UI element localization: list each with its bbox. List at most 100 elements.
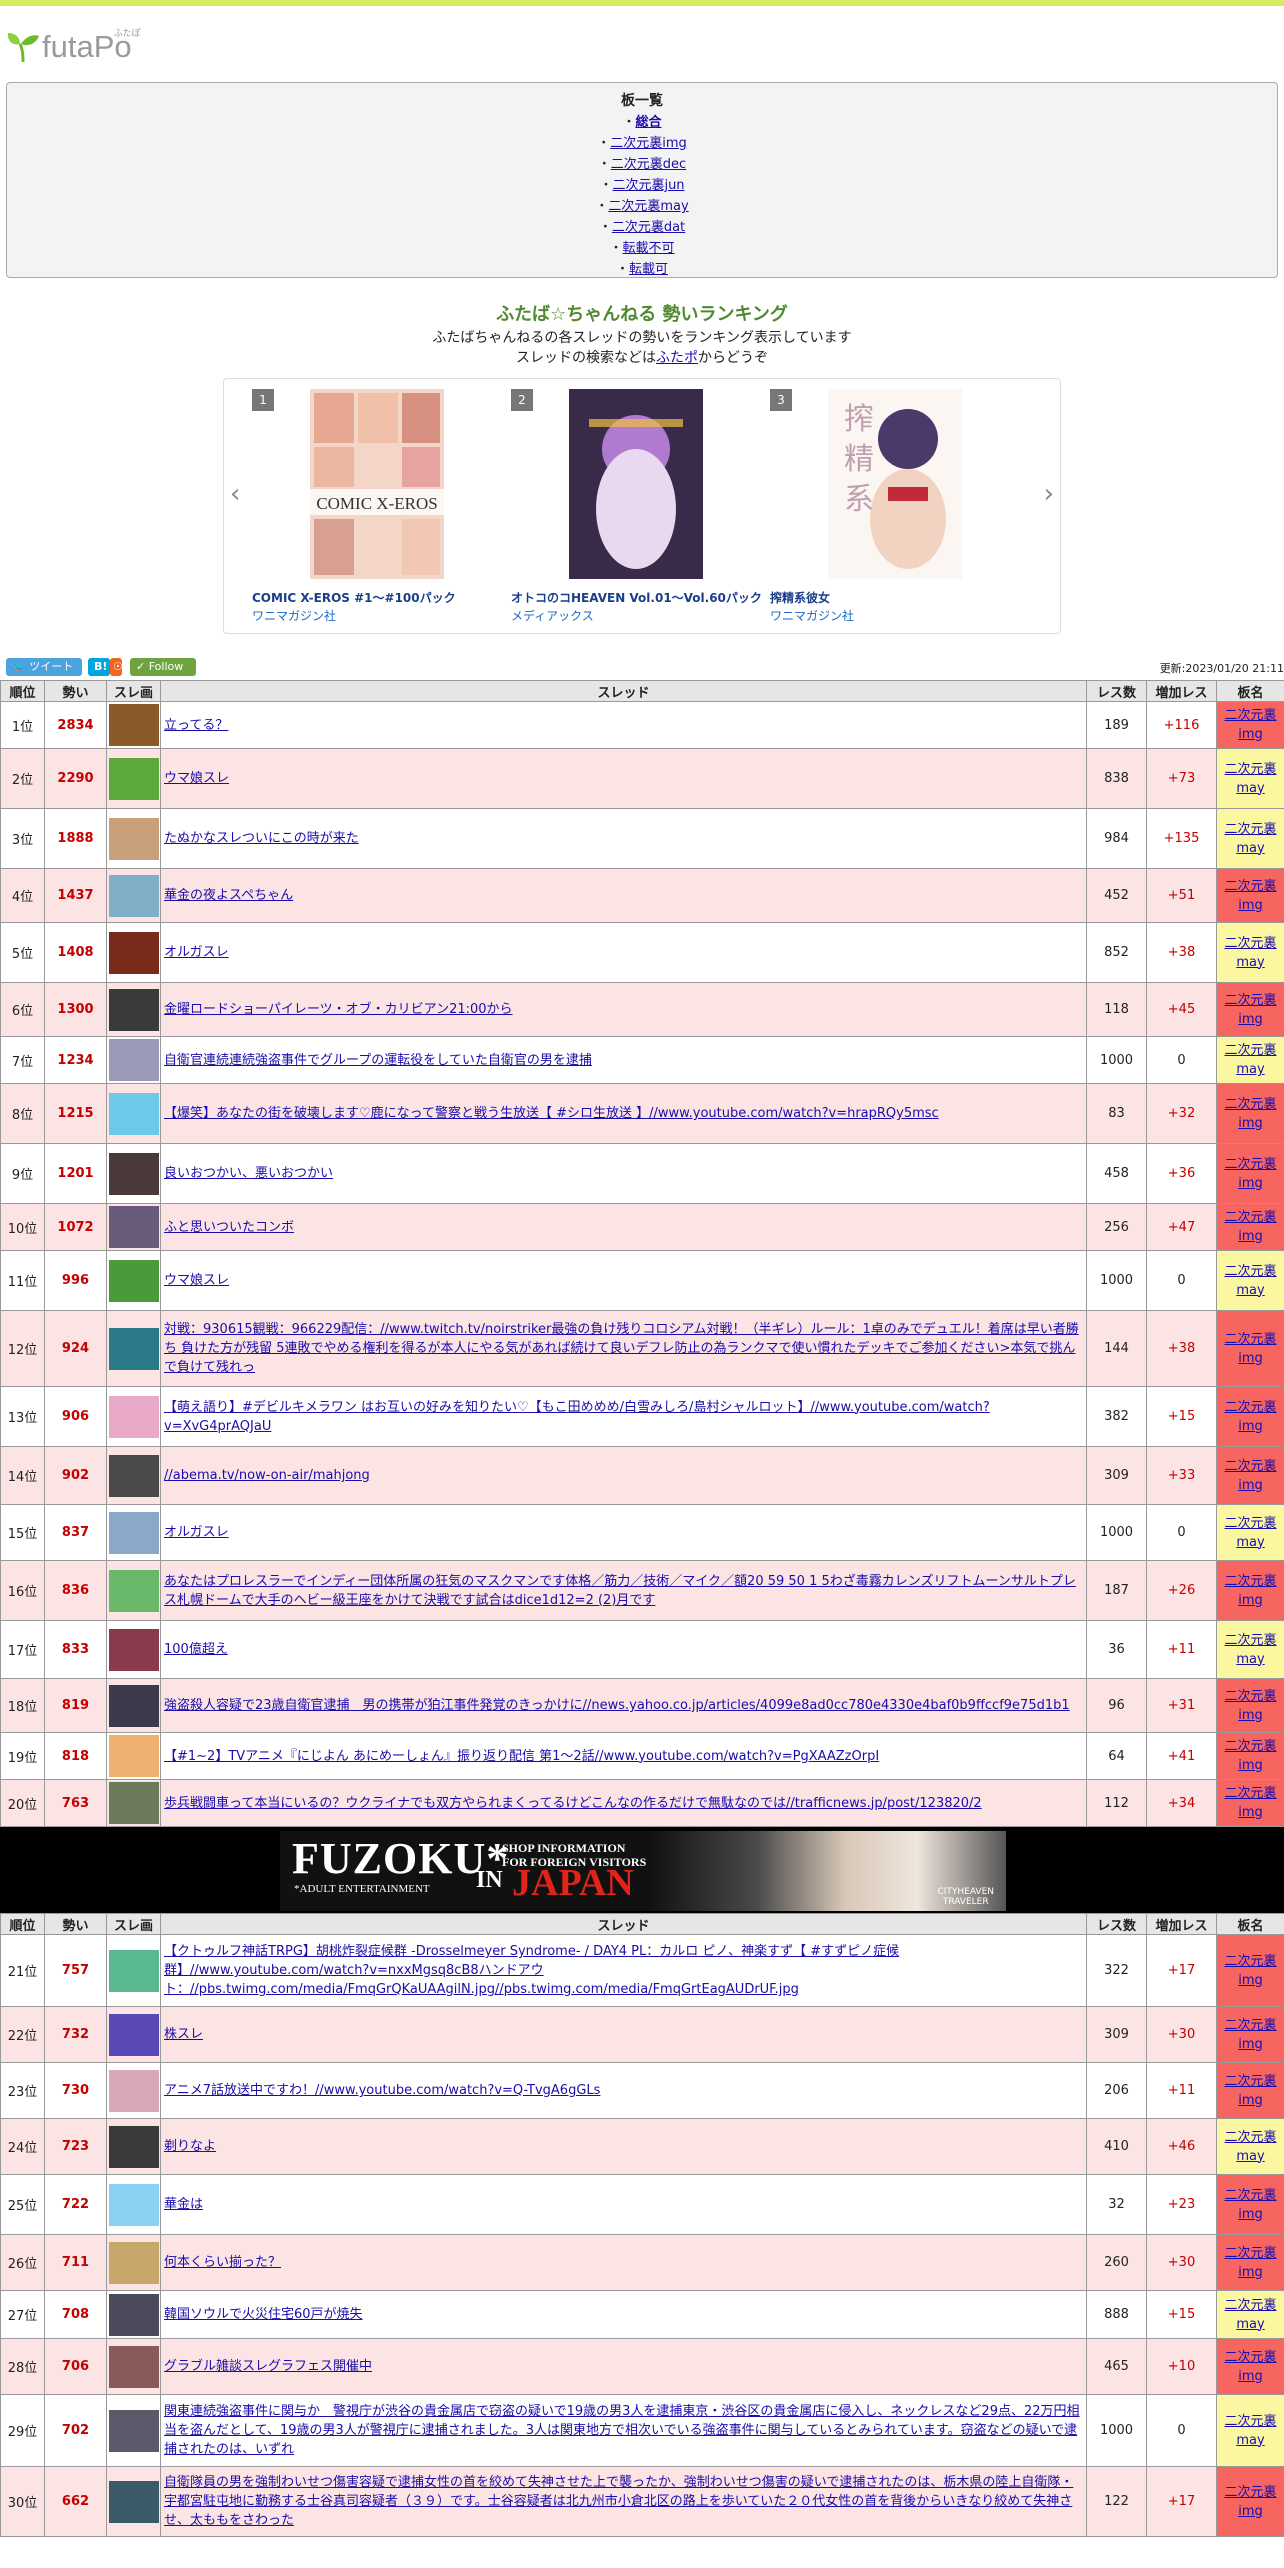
thread-link[interactable]: たぬかなスレついにこの時が来た <box>164 831 359 846</box>
board-name-link[interactable]: 二次元裏 img <box>1224 1786 1276 1820</box>
board-link[interactable]: 二次元裏dat <box>612 220 685 235</box>
board-name-link[interactable]: 二次元裏 img <box>1224 1400 1276 1434</box>
thread-thumbnail[interactable] <box>109 1628 159 1671</box>
thread-link[interactable]: 剃りなよ <box>164 2139 216 2154</box>
thread-link[interactable]: //abema.tv/now-on-air/mahjong <box>164 1468 370 1483</box>
product-publisher[interactable]: ワニマガジン社 <box>252 607 336 624</box>
thread-thumbnail[interactable] <box>109 704 159 746</box>
board-name-link[interactable]: 二次元裏 may <box>1224 2298 1276 2332</box>
board-name-link[interactable]: 二次元裏 img <box>1224 993 1276 1027</box>
board-name-link[interactable]: 二次元裏 img <box>1224 708 1276 742</box>
thread-thumbnail[interactable] <box>109 874 159 917</box>
product-title[interactable]: COMIC X-EROS #1～#100パック <box>252 589 492 606</box>
thread-link[interactable]: 自衛官連続連続強盗事件でグループの運転役をしていた自衛官の男を逮捕 <box>164 1053 592 1068</box>
thread-thumbnail[interactable] <box>109 2069 159 2112</box>
thread-link[interactable]: 【#1~2】TVアニメ『にじよん あにめーしょん』振り返り配信 第1～2話//w… <box>164 1749 879 1764</box>
thread-link[interactable]: ふと思いついたコンボ <box>164 1220 294 1235</box>
thread-thumbnail[interactable] <box>109 1949 159 1992</box>
thread-thumbnail[interactable] <box>109 1782 159 1824</box>
thread-thumbnail[interactable] <box>109 1039 159 1081</box>
board-name-link[interactable]: 二次元裏 may <box>1224 1633 1276 1667</box>
thread-link[interactable]: 立ってる？ <box>164 718 228 733</box>
thread-thumbnail[interactable] <box>109 1092 159 1135</box>
rss-icon[interactable]: ☉ <box>110 658 123 676</box>
thread-link[interactable]: 関東連続強盗事件に関与か 警視庁が渋谷の貴金属店で窃盗の疑いで19歳の男3人を逮… <box>164 2404 1080 2457</box>
thread-thumbnail[interactable] <box>109 931 159 974</box>
thread-link[interactable]: ウマ娘スレ <box>164 1273 229 1288</box>
thread-thumbnail[interactable] <box>109 2183 159 2226</box>
thread-link[interactable]: グラブル雑談スレグラフェス開催中 <box>164 2359 372 2374</box>
thread-link[interactable]: 【萌え語り】#デビルキメラワン はお互いの好みを知りたい♡【もこ田めめめ/白雪み… <box>164 1400 990 1434</box>
feedly-follow-button[interactable]: ✓ Follow <box>130 658 196 676</box>
board-name-link[interactable]: 二次元裏 may <box>1224 1043 1276 1077</box>
product-title[interactable]: 搾精系彼女 <box>770 589 1010 606</box>
thread-thumbnail[interactable] <box>109 2480 159 2523</box>
board-name-link[interactable]: 二次元裏 may <box>1224 1516 1276 1550</box>
board-name-link[interactable]: 二次元裏 img <box>1224 1210 1276 1244</box>
board-name-link[interactable]: 二次元裏 may <box>1224 1264 1276 1298</box>
board-link[interactable]: 二次元裏img <box>610 136 687 151</box>
carousel-next-icon[interactable]: › <box>1044 479 1054 509</box>
board-name-link[interactable]: 二次元裏 img <box>1224 1689 1276 1723</box>
board-link[interactable]: 転載不可 <box>623 241 675 256</box>
board-name-link[interactable]: 二次元裏 img <box>1224 1739 1276 1773</box>
thread-thumbnail[interactable] <box>109 1735 159 1777</box>
board-name-link[interactable]: 二次元裏 img <box>1224 1157 1276 1191</box>
board-name-link[interactable]: 二次元裏 img <box>1224 1097 1276 1131</box>
thread-thumbnail[interactable] <box>109 2013 159 2056</box>
thread-thumbnail[interactable] <box>109 2345 159 2388</box>
thread-link[interactable]: オルガスレ <box>164 1525 229 1540</box>
thread-thumbnail[interactable] <box>109 757 159 800</box>
hatena-bookmark-button[interactable]: B! <box>88 658 110 676</box>
thread-link[interactable]: アニメ7話放送中ですわ！//www.youtube.com/watch?v=Q-… <box>164 2083 600 2098</box>
board-name-link[interactable]: 二次元裏 img <box>1224 1954 1276 1988</box>
board-name-link[interactable]: 二次元裏 img <box>1224 2018 1276 2052</box>
thread-link[interactable]: 華金は <box>164 2197 203 2212</box>
product-title[interactable]: オトコのコHEAVEN Vol.01～Vol.60パック <box>511 589 762 606</box>
thread-thumbnail[interactable] <box>109 1152 159 1195</box>
board-link[interactable]: 二次元裏jun <box>612 178 684 193</box>
thread-link[interactable]: 100億超え <box>164 1642 228 1657</box>
site-logo[interactable]: futaPo ふたぽ <box>6 29 141 65</box>
board-name-link[interactable]: 二次元裏 img <box>1224 1459 1276 1493</box>
thread-thumbnail[interactable] <box>109 2293 159 2336</box>
thread-link[interactable]: 対戦：930615観戦：966229配信：//www.twitch.tv/noi… <box>164 1322 1079 1375</box>
board-name-link[interactable]: 二次元裏 img <box>1224 2485 1276 2519</box>
product-cover-image[interactable]: COMIC X-EROS <box>310 389 444 579</box>
product-cover-image[interactable]: 搾 精 系 <box>828 389 962 579</box>
board-link[interactable]: 総合 <box>636 115 662 130</box>
thread-link[interactable]: 歩兵戦闘車って本当にいるの？ウクライナでも双方やられまくってるけどこんなの作るだ… <box>164 1796 982 1811</box>
thread-link[interactable]: 株スレ <box>164 2027 203 2042</box>
thread-link[interactable]: あなたはプロレスラーでインディー団体所属の狂気のマスクマンです体格／筋力／技術／… <box>164 1574 1076 1608</box>
board-link[interactable]: 転載可 <box>629 262 668 277</box>
thread-link[interactable]: 華金の夜よスペちゃん <box>164 888 293 903</box>
thread-thumbnail[interactable] <box>109 1327 159 1370</box>
thread-thumbnail[interactable] <box>109 1569 159 1612</box>
thread-link[interactable]: ウマ娘スレ <box>164 771 229 786</box>
thread-link[interactable]: オルガスレ <box>164 945 229 960</box>
board-name-link[interactable]: 二次元裏 may <box>1224 822 1276 856</box>
thread-link[interactable]: 韓国ソウルで火災住宅60戸が焼失 <box>164 2307 363 2322</box>
thread-thumbnail[interactable] <box>109 817 159 860</box>
board-name-link[interactable]: 二次元裏 img <box>1224 2246 1276 2280</box>
product-cover-image[interactable] <box>569 389 703 579</box>
board-name-link[interactable]: 二次元裏 may <box>1224 2130 1276 2164</box>
futapo-link[interactable]: ふたポ <box>656 350 698 366</box>
thread-link[interactable]: 【爆笑】あなたの街を破壊します♡鹿になって警察と戦う生放送【 #シロ生放送 】/… <box>164 1106 939 1121</box>
board-name-link[interactable]: 二次元裏 img <box>1224 2188 1276 2222</box>
thread-thumbnail[interactable] <box>109 1206 159 1248</box>
thread-thumbnail[interactable] <box>109 2241 159 2284</box>
thread-thumbnail[interactable] <box>109 1684 159 1727</box>
board-name-link[interactable]: 二次元裏 img <box>1224 2074 1276 2108</box>
product-publisher[interactable]: ワニマガジン社 <box>770 607 854 624</box>
thread-link[interactable]: 自衛隊員の男を強制わいせつ傷害容疑で逮捕女性の首を絞めて失神させた上で襲ったか、… <box>164 2475 1073 2528</box>
thread-thumbnail[interactable] <box>109 2409 159 2452</box>
board-name-link[interactable]: 二次元裏 img <box>1224 1332 1276 1366</box>
board-name-link[interactable]: 二次元裏 may <box>1224 762 1276 796</box>
thread-thumbnail[interactable] <box>109 2125 159 2168</box>
board-name-link[interactable]: 二次元裏 img <box>1224 879 1276 913</box>
thread-link[interactable]: 金曜ロードショーパイレーツ・オブ・カリビアン21:00から <box>164 1002 513 1017</box>
thread-thumbnail[interactable] <box>109 1454 159 1497</box>
fuzoku-in-japan-ad[interactable]: FUZOKU* SHOP INFORMATION FOR FOREIGN VISI… <box>280 1831 1006 1911</box>
thread-link[interactable]: 【クトゥルフ神話TRPG】胡桃炸裂症候群 -Drosselmeyer Syndr… <box>164 1944 899 1997</box>
